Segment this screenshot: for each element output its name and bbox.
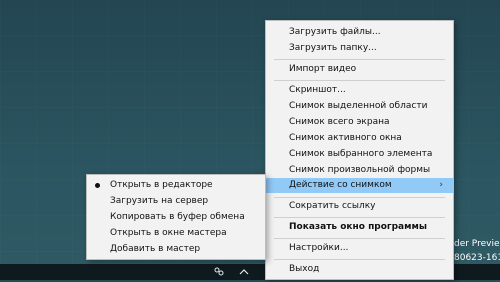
menu-item-upload-folder[interactable]: Загрузить папку...	[266, 41, 453, 56]
context-menu: Загрузить файлы... Загрузить папку... Им…	[265, 20, 454, 280]
menu-item-capture-freeform[interactable]: Снимок произвольной формы	[266, 163, 453, 178]
menu-separator	[274, 197, 445, 198]
menu-item-show-window[interactable]: Показать окно программы	[266, 220, 453, 235]
chevron-right-icon: ›	[439, 180, 443, 190]
submenu-item-open-editor-label: Открыть в редакторе	[110, 180, 213, 190]
menu-item-settings[interactable]: Настройки...	[266, 241, 453, 256]
menu-item-snapshot-action[interactable]: Действие со снимком ›	[266, 178, 453, 193]
menu-item-capture-element[interactable]: Снимок выбранного элемента	[266, 147, 453, 162]
submenu-item-open-editor[interactable]: Открыть в редакторе	[87, 178, 265, 193]
watermark-line2: 80623-1611	[454, 253, 500, 263]
chevron-up-icon[interactable]	[238, 266, 250, 278]
menu-item-capture-region[interactable]: Снимок выделенной области	[266, 99, 453, 114]
watermark-line1: der Preview	[454, 239, 500, 249]
submenu-item-open-wizard[interactable]: Открыть в окне мастера	[87, 226, 265, 241]
menu-item-capture-active-window[interactable]: Снимок активного окна	[266, 131, 453, 146]
menu-separator	[274, 59, 445, 60]
menu-separator	[274, 80, 445, 81]
snapshot-action-submenu: Открыть в редакторе Загрузить на сервер …	[86, 174, 266, 260]
menu-item-shorten-link[interactable]: Сократить ссылку	[266, 199, 453, 214]
menu-separator	[274, 217, 445, 218]
menu-item-upload-files[interactable]: Загрузить файлы...	[266, 25, 453, 40]
menu-item-screenshot[interactable]: Скриншот...	[266, 83, 453, 98]
menu-item-snapshot-action-label: Действие со снимком	[289, 180, 392, 190]
menu-item-import-video[interactable]: Импорт видео	[266, 62, 453, 77]
submenu-item-copy-clipboard[interactable]: Копировать в буфер обмена	[87, 210, 265, 225]
submenu-item-upload-server[interactable]: Загрузить на сервер	[87, 194, 265, 209]
people-icon[interactable]	[213, 266, 225, 278]
menu-separator	[274, 238, 445, 239]
radio-bullet-icon	[95, 183, 100, 188]
menu-item-exit[interactable]: Выход	[266, 262, 453, 277]
menu-separator	[274, 259, 445, 260]
submenu-item-add-to-wizard[interactable]: Добавить в мастер	[87, 242, 265, 257]
menu-item-capture-fullscreen[interactable]: Снимок всего экрана	[266, 115, 453, 130]
